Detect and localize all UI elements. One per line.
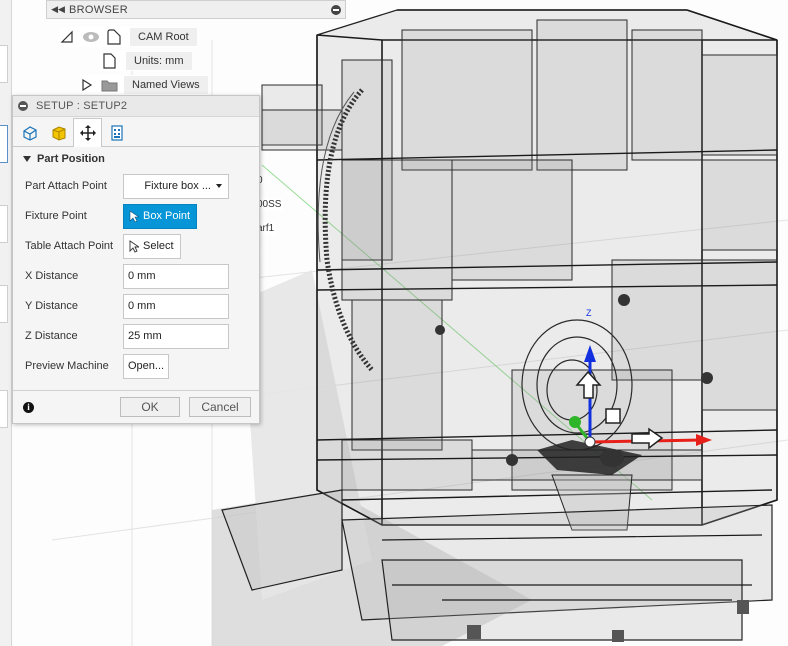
tab-post-process-position[interactable]: [73, 118, 102, 147]
z-distance-input[interactable]: 25 mm: [123, 323, 229, 349]
cancel-button[interactable]: Cancel: [189, 397, 251, 417]
cam-root-icon: [107, 29, 121, 45]
select-button-label: Box Point: [143, 210, 191, 222]
tab-post-process[interactable]: [102, 119, 131, 146]
dialog-header[interactable]: SETUP : SETUP2: [13, 96, 259, 117]
ok-button[interactable]: OK: [120, 397, 180, 417]
tree-label: CAM Root: [130, 28, 197, 46]
dropdown-value: Fixture box ...: [144, 180, 211, 192]
panel-tab-active[interactable]: [0, 125, 8, 163]
fixture-point-row: Fixture Point Box Point: [13, 201, 259, 231]
setup-dialog: SETUP : SETUP2 Part Position Part Attach…: [12, 95, 260, 424]
browser-panel-header[interactable]: ◀◀ BROWSER: [46, 0, 346, 19]
select-button-label: Select: [143, 240, 174, 252]
expand-arrow-icon[interactable]: [80, 78, 94, 92]
tree-label: Named Views: [124, 76, 208, 94]
eye-icon[interactable]: [80, 30, 102, 44]
z-distance-row: Z Distance 25 mm: [13, 321, 259, 351]
cursor-arrow-icon: [129, 239, 139, 253]
section-title: Part Position: [37, 153, 105, 165]
preview-machine-row: Preview Machine Open...: [13, 351, 259, 381]
panel-tab[interactable]: [0, 45, 8, 83]
left-panel-strip: [0, 0, 12, 646]
dialog-tabs: [13, 117, 259, 147]
part-attach-point-row: Part Attach Point Fixture box ...: [13, 171, 259, 201]
table-attach-point-select-button[interactable]: Select: [123, 233, 181, 259]
x-distance-label: X Distance: [25, 270, 79, 282]
x-distance-row: X Distance 0 mm: [13, 261, 259, 291]
cursor-arrow-icon: [129, 209, 139, 222]
document-icon: [103, 53, 116, 69]
info-icon[interactable]: i: [23, 401, 34, 413]
panel-tab[interactable]: [0, 285, 8, 323]
dialog-title: SETUP : SETUP2: [36, 100, 128, 112]
collapse-triangle-icon[interactable]: [23, 156, 31, 162]
collapse-double-chevron-icon[interactable]: ◀◀: [47, 4, 69, 15]
tree-label: Units: mm: [126, 52, 192, 70]
z-distance-label: Z Distance: [25, 330, 78, 342]
setup-stock-icon: [22, 126, 37, 141]
panel-tab[interactable]: [0, 205, 8, 243]
table-attach-point-label: Table Attach Point: [25, 240, 114, 252]
table-attach-point-row: Table Attach Point Select: [13, 231, 259, 261]
collapse-dialog-icon[interactable]: [18, 101, 28, 111]
post-process-icon: [110, 125, 123, 141]
tab-setup[interactable]: [15, 119, 44, 146]
tree-item-named-views[interactable]: Named Views: [80, 75, 208, 95]
fixture-point-label: Fixture Point: [25, 210, 87, 222]
part-attach-point-dropdown[interactable]: Fixture box ...: [123, 173, 229, 199]
expand-triangle-icon[interactable]: [60, 30, 74, 44]
tree-item-units[interactable]: Units: mm: [100, 51, 192, 71]
dialog-footer: i OK Cancel: [13, 390, 259, 423]
app-root: Z 0 00SS arf1 t ◀◀ BROWSER CAM Root Unit…: [0, 0, 788, 646]
svg-text:Z: Z: [586, 308, 592, 318]
y-distance-row: Y Distance 0 mm: [13, 291, 259, 321]
y-distance-label: Y Distance: [25, 300, 78, 312]
minimize-icon[interactable]: [327, 1, 345, 19]
part-attach-point-label: Part Attach Point: [25, 180, 107, 192]
panel-tab[interactable]: [0, 390, 8, 428]
preview-machine-label: Preview Machine: [25, 360, 109, 372]
preview-machine-open-button[interactable]: Open...: [123, 353, 170, 379]
chevron-down-icon: [216, 184, 222, 188]
x-distance-input[interactable]: 0 mm: [123, 263, 229, 289]
y-distance-input[interactable]: 0 mm: [123, 293, 229, 319]
fixture-point-select-button[interactable]: Box Point: [123, 203, 198, 229]
stock-box-icon: [52, 126, 65, 141]
tab-stock[interactable]: [44, 119, 73, 146]
tree-item-cam-root[interactable]: CAM Root: [60, 27, 197, 47]
browser-title: BROWSER: [69, 3, 128, 16]
part-position-section[interactable]: Part Position: [13, 147, 259, 171]
move-position-icon: [79, 125, 96, 141]
folder-icon: [101, 80, 118, 92]
